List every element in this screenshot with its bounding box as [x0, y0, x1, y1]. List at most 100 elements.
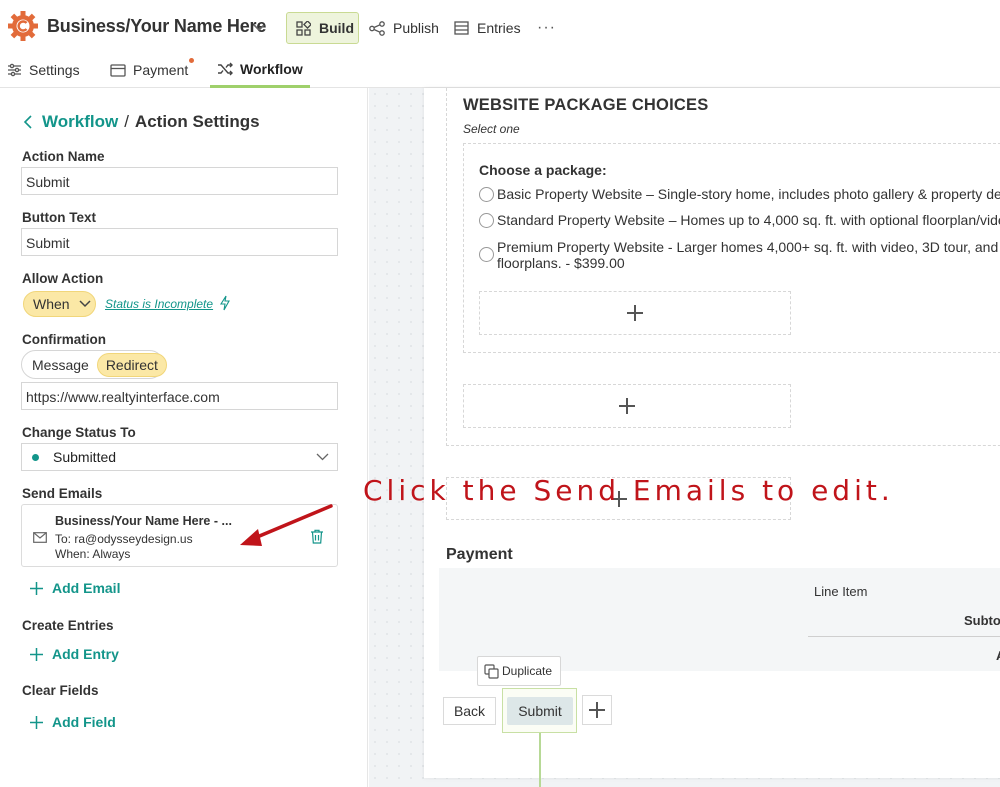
- build-icon: [296, 20, 311, 36]
- choice-premium-line1: Premium Property Website - Larger homes …: [497, 239, 1000, 255]
- top-bar: Business/Your Name Here Build Publish En…: [0, 0, 1000, 52]
- status-dot: [32, 453, 39, 461]
- tab-settings[interactable]: Settings: [7, 52, 80, 88]
- add-field-label: Add Field: [52, 714, 116, 730]
- add-action-button[interactable]: [582, 695, 612, 725]
- change-status-label: Change Status To: [22, 425, 136, 440]
- plus-icon: [627, 305, 643, 321]
- workflow-connector: [539, 733, 541, 787]
- share-icon: [369, 20, 385, 36]
- payment-section-title: Payment: [446, 546, 513, 563]
- publish-label: Publish: [393, 20, 439, 36]
- more-menu-button[interactable]: ···: [537, 12, 556, 44]
- allow-action-value: When: [33, 296, 70, 312]
- back-button[interactable]: Back: [443, 697, 496, 725]
- email-title: Business/Your Name Here - ...: [55, 514, 232, 528]
- choice-basic-label: Basic Property Website – Single-story ho…: [497, 186, 1000, 202]
- allow-action-dropdown[interactable]: When: [23, 291, 96, 317]
- action-name-input[interactable]: Submit: [21, 167, 338, 195]
- choice-standard-label: Standard Property Website – Homes up to …: [497, 212, 1000, 228]
- breadcrumb-separator: /: [124, 112, 129, 131]
- duplicate-label: Duplicate: [502, 664, 553, 678]
- instruction-annotation: Click the Send Emails to edit.: [363, 474, 894, 507]
- confirmation-label: Confirmation: [22, 332, 106, 347]
- sliders-icon: [8, 63, 21, 77]
- tab-payment[interactable]: Payment: [110, 52, 188, 88]
- card-icon: [110, 63, 126, 77]
- change-status-select[interactable]: Submitted: [21, 443, 338, 471]
- breadcrumb: Workflow / Action Settings: [22, 112, 260, 132]
- plus-icon: [589, 702, 605, 718]
- entries-button[interactable]: Entries: [454, 12, 521, 44]
- confirmation-message-option[interactable]: Message: [24, 353, 97, 377]
- add-field-dropzone[interactable]: [479, 291, 791, 335]
- confirmation-redirect-option[interactable]: Redirect: [96, 352, 167, 377]
- add-email-label: Add Email: [52, 580, 121, 596]
- app-title[interactable]: Business/Your Name Here: [47, 16, 266, 37]
- envelope-icon: [33, 532, 47, 543]
- status-condition-link[interactable]: Status is Incomplete: [105, 297, 213, 311]
- duplicate-button[interactable]: Duplicate: [477, 656, 561, 686]
- payment-divider: [808, 636, 1000, 637]
- confirmation-toggle: Message Redirect: [21, 350, 167, 379]
- lightning-icon[interactable]: [219, 295, 231, 311]
- build-button[interactable]: Build: [286, 12, 359, 44]
- choice-premium-label: Premium Property Website - Larger homes …: [497, 239, 1000, 271]
- subtotal-label: Subto: [964, 613, 1000, 628]
- tab-workflow[interactable]: Workflow: [210, 52, 310, 88]
- button-text-label: Button Text: [22, 210, 96, 225]
- add-email-button[interactable]: Add Email: [29, 580, 120, 596]
- annotation-arrow-icon: [240, 504, 333, 546]
- add-entry-label: Add Entry: [52, 646, 119, 662]
- choice-premium-line2: floorplans. - $399.00: [497, 255, 625, 271]
- button-text-input[interactable]: Submit: [21, 228, 338, 256]
- form-canvas: WEBSITE PACKAGE CHOICES Select one Choos…: [369, 88, 1000, 787]
- sub-nav: Settings Payment Workflow: [0, 52, 1000, 88]
- clear-fields-label: Clear Fields: [22, 683, 99, 698]
- action-settings-panel: Workflow / Action Settings Action Name S…: [0, 88, 368, 787]
- create-entries-label: Create Entries: [22, 618, 114, 633]
- radio-button[interactable]: [479, 247, 494, 262]
- more-icon: ···: [537, 19, 556, 36]
- form-page: WEBSITE PACKAGE CHOICES Select one Choos…: [424, 88, 1000, 787]
- shuffle-icon: [218, 62, 233, 75]
- add-field-button[interactable]: Add Field: [29, 714, 116, 730]
- page-title: Action Settings: [134, 112, 260, 131]
- chevron-down-icon: [316, 453, 329, 461]
- add-field-dropzone[interactable]: [463, 384, 791, 428]
- tab-payment-label: Payment: [133, 62, 189, 78]
- choice-basic[interactable]: Basic Property Website – Single-story ho…: [479, 186, 1000, 202]
- tab-settings-label: Settings: [29, 62, 80, 78]
- copy-icon: [484, 663, 499, 679]
- redirect-url-input[interactable]: https://www.realtyinterface.com: [21, 382, 338, 410]
- plus-icon: [30, 647, 43, 661]
- app-logo-icon[interactable]: [8, 11, 38, 41]
- send-emails-label: Send Emails: [22, 486, 103, 501]
- radio-button[interactable]: [479, 187, 494, 202]
- change-status-value: Submitted: [53, 449, 117, 465]
- email-recipient: To: ra@odysseydesign.us: [55, 532, 193, 546]
- payment-alert-dot: [189, 58, 194, 63]
- publish-button[interactable]: Publish: [369, 12, 439, 44]
- build-label: Build: [319, 20, 354, 36]
- chevron-down-icon[interactable]: [252, 20, 266, 34]
- question-label: Choose a package:: [479, 162, 607, 178]
- choice-premium[interactable]: Premium Property Website - Larger homes …: [479, 239, 1000, 271]
- entries-label: Entries: [477, 20, 521, 36]
- radio-button[interactable]: [479, 213, 494, 228]
- plus-icon: [30, 715, 43, 729]
- action-name-label: Action Name: [22, 149, 105, 164]
- plus-icon: [619, 398, 635, 414]
- plus-icon: [30, 581, 43, 595]
- choice-standard[interactable]: Standard Property Website – Homes up to …: [479, 212, 1000, 228]
- line-item-header: Line Item: [814, 584, 868, 599]
- chevron-down-icon: [79, 300, 91, 308]
- allow-action-label: Allow Action: [22, 271, 104, 286]
- submit-button[interactable]: Submit: [507, 697, 573, 725]
- email-when: When: Always: [55, 547, 131, 561]
- entries-icon: [454, 21, 469, 35]
- amount-label: A: [996, 648, 1000, 663]
- breadcrumb-workflow-link[interactable]: Workflow: [42, 112, 118, 132]
- add-entry-button[interactable]: Add Entry: [29, 646, 119, 662]
- chevron-left-icon[interactable]: [22, 114, 36, 130]
